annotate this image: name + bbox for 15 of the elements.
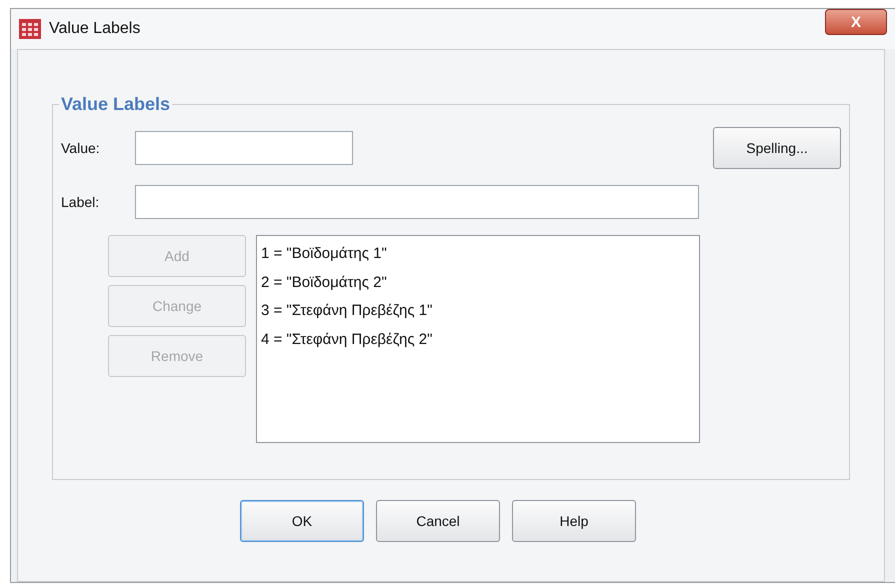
field-label: Label: [61,192,100,212]
grid-icon [19,19,41,39]
list-item[interactable]: 2 = "Βοϊδομάτης 2" [261,268,695,297]
dialog-button[interactable]: Cancel [376,500,500,542]
field-label: Value: [61,138,101,158]
list-item[interactable]: 4 = "Στεφάνη Πρεβέζης 2" [261,326,695,354]
labels-list[interactable]: 1 = "Βοϊδομάτης 1" 2 = "Βοϊδομάτης 2" 3 = "Στεφάνη Πρεβέζης 1" 4 = "Στεφάνη Πρεβέζης 2" [256,235,700,443]
list-item[interactable]: 3 = "Στεφάνη Πρεβέζης 1" [261,297,695,326]
window-title: Value Labels [49,19,140,39]
label-field[interactable] [135,185,699,219]
dialog-button[interactable]: OK [240,500,364,542]
spelling-button[interactable]: Spelling... [713,127,841,169]
list-item[interactable]: 1 = "Βοϊδομάτης 1" [261,240,695,268]
dialog-button[interactable]: Help [512,500,636,542]
value-field[interactable] [135,131,353,165]
